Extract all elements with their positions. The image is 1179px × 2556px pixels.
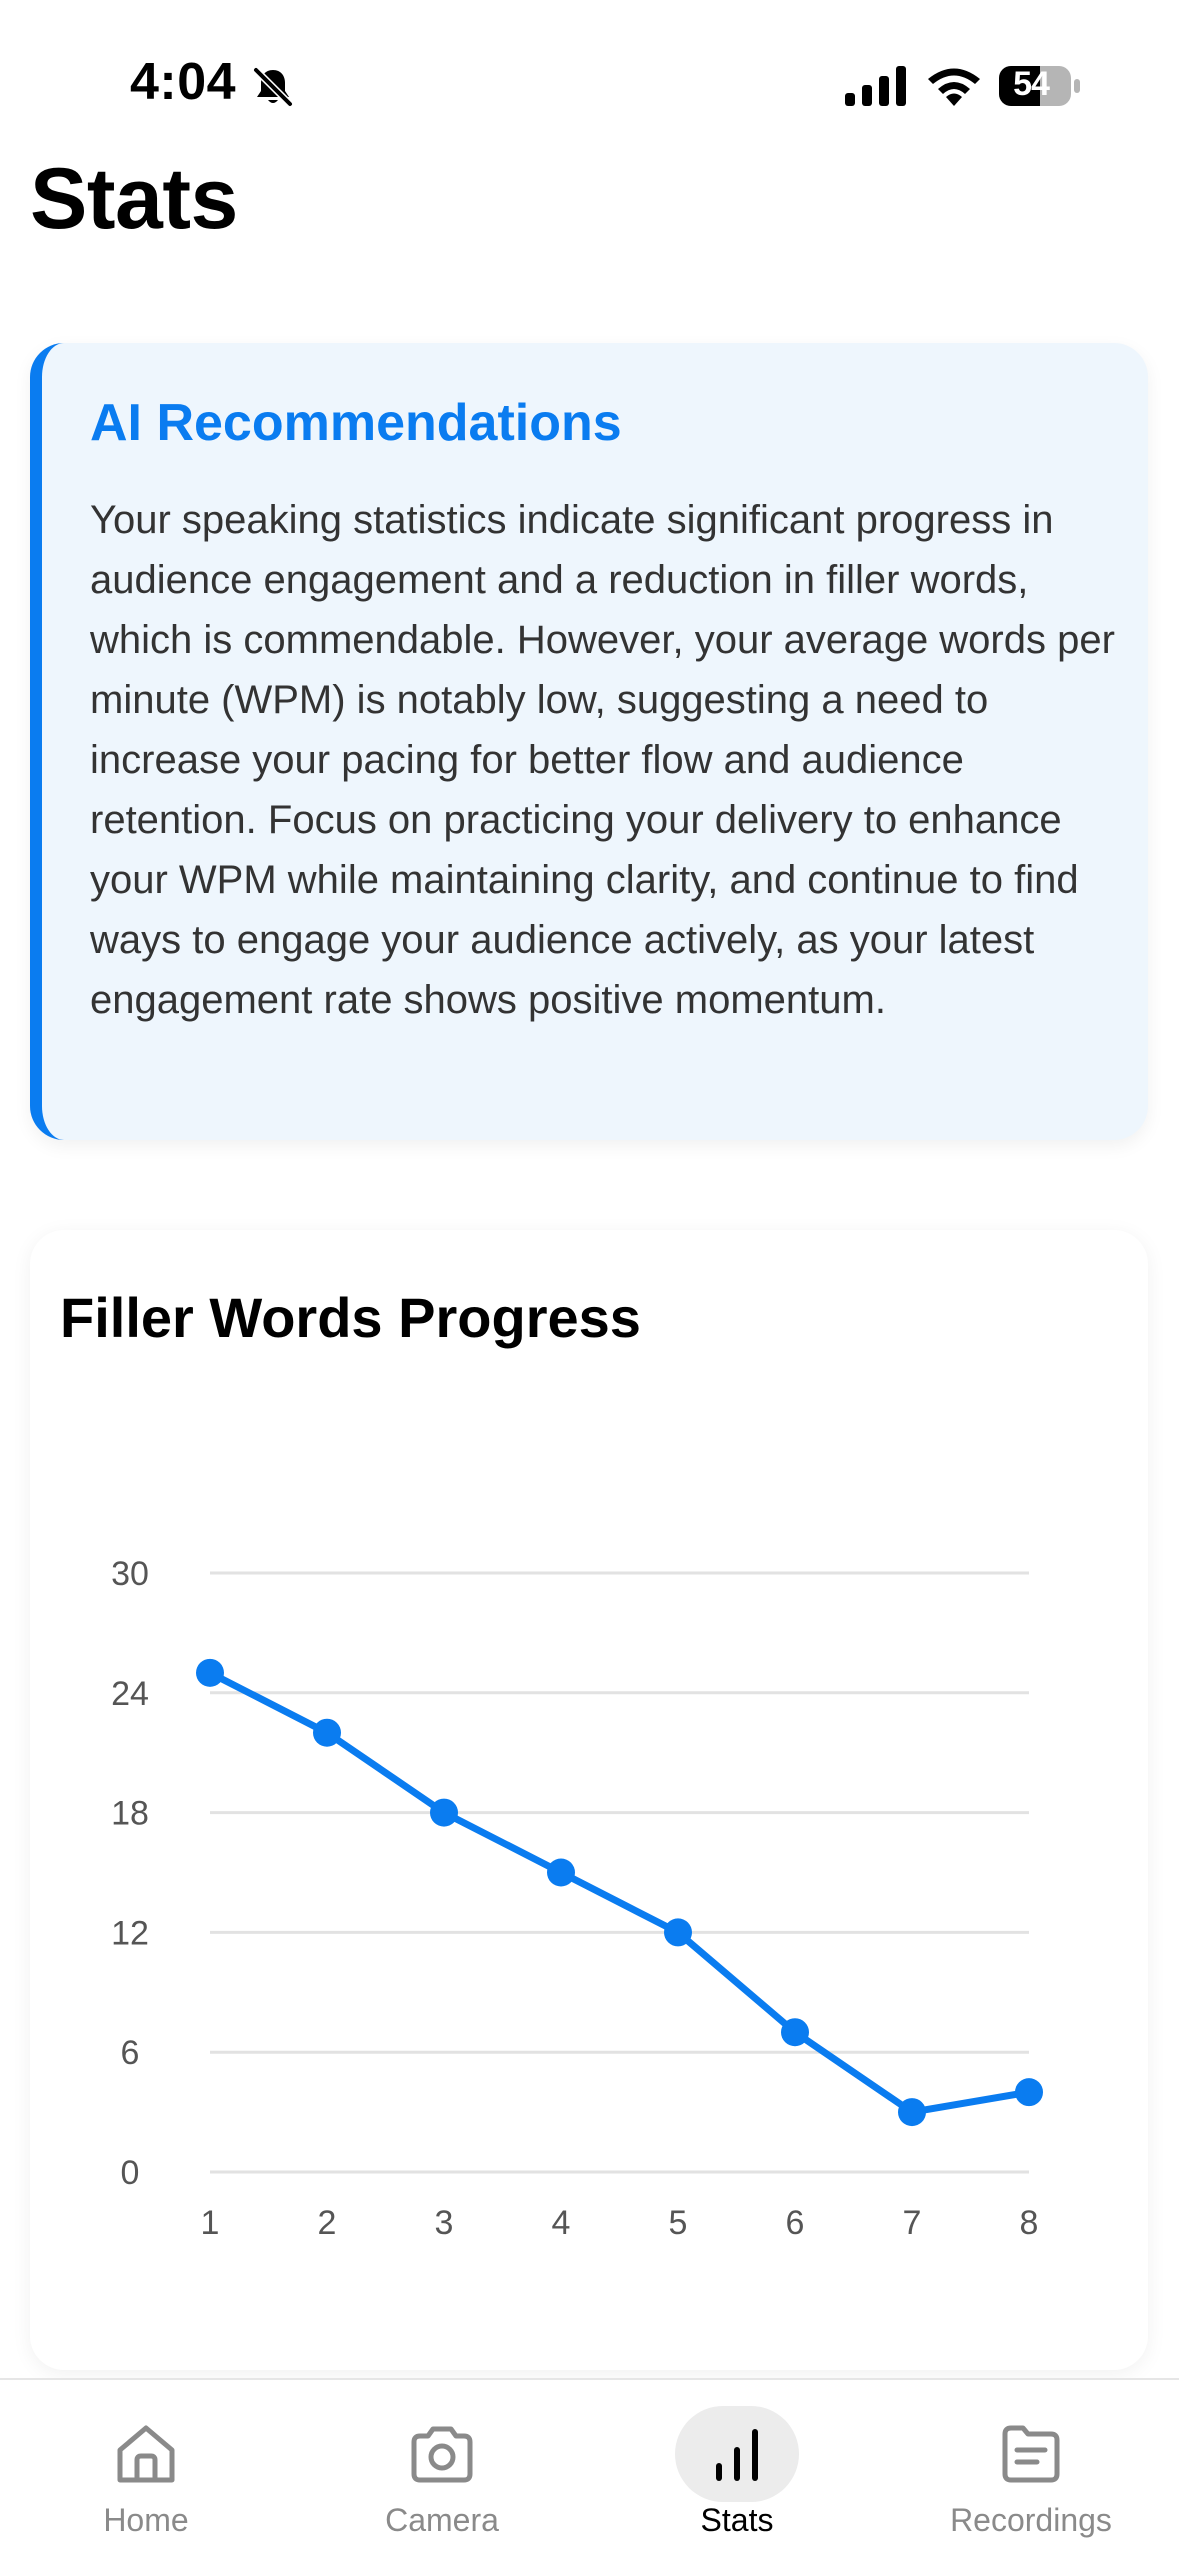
y-tick-label: 0 [121,2154,140,2192]
x-tick-label: 7 [903,2204,922,2242]
data-point [547,1858,575,1887]
data-point [313,1718,341,1747]
tab-stats-icon-wrap [675,2406,799,2502]
tab-stats[interactable]: Stats [612,2380,862,2556]
tab-home[interactable]: Home [21,2380,271,2556]
battery-level: 54 [1013,65,1050,103]
x-tick-label: 1 [201,2204,220,2242]
bell-off-icon [252,66,294,108]
data-point [1015,2078,1043,2107]
x-tick-label: 8 [1020,2204,1039,2242]
tab-home-icon-wrap [84,2406,208,2502]
y-tick-label: 12 [111,1914,149,1952]
x-tick-label: 3 [435,2204,454,2242]
data-point [196,1658,224,1687]
tab-camera-icon-wrap [380,2406,504,2502]
x-tick-label: 6 [786,2204,805,2242]
tab-bar: Home Camera Stats Recordings [0,2378,1179,2556]
y-tick-label: 24 [111,1675,149,1713]
page-title: Stats [30,151,238,247]
data-point [664,1918,692,1947]
filler-words-line-chart: 06121824301 2 3 4 5 6 7 8 [111,1555,1043,2242]
tab-home-label: Home [103,2502,189,2538]
data-point [898,2098,926,2127]
tab-camera[interactable]: Camera [317,2380,567,2556]
y-tick-label: 6 [121,2034,140,2072]
status-bar: 4:04 54 [0,0,1179,150]
ai-recommendations-text: Your speaking statistics indicate signif… [90,498,1115,1022]
stats-icon [716,2429,758,2481]
y-tick-label: 30 [111,1555,149,1593]
x-tick-label: 4 [552,2204,571,2242]
x-tick-label: 5 [669,2204,688,2242]
ai-recommendations-card: AI Recommendations Your speaking statist… [30,343,1148,1140]
data-point [781,2018,809,2047]
document-icon [1002,2425,1060,2483]
wifi-icon [928,68,980,106]
data-point [430,1798,458,1827]
y-tick-label: 18 [111,1795,149,1833]
tab-recordings[interactable]: Recordings [906,2380,1156,2556]
tab-camera-label: Camera [385,2502,499,2538]
ai-recommendations-title: AI Recommendations [90,394,622,452]
home-icon [117,2425,175,2483]
status-time: 4:04 [130,53,237,111]
tab-stats-label: Stats [700,2502,774,2538]
tab-recordings-icon-wrap [969,2406,1093,2502]
stats-screen: 4:04 54 Stats AI Recommendations Your sp… [0,0,1179,2556]
x-tick-label: 2 [318,2204,337,2242]
tab-recordings-label: Recordings [950,2502,1112,2538]
filler-words-chart-card: Filler Words Progress 0 6 12 18 24 30 1 2 3 4 5 6 7 8 [30,1230,1148,2370]
camera-icon [411,2426,473,2483]
signal-icon [845,66,906,106]
